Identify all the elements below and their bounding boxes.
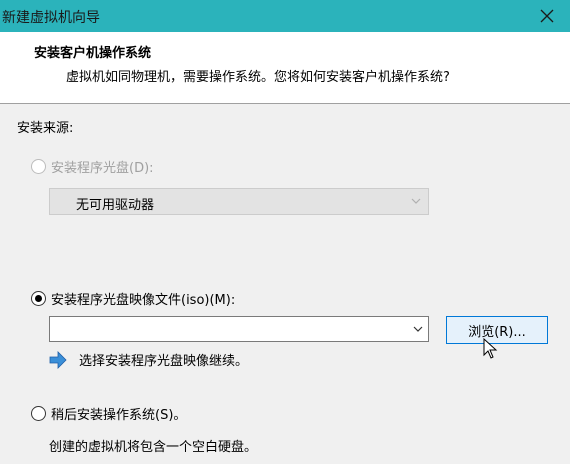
info-arrow-icon xyxy=(49,350,67,369)
install-source-label: 安装来源: xyxy=(17,121,74,136)
page-title: 安装客户机操作系统 xyxy=(34,46,152,61)
install-later-radio[interactable] xyxy=(31,406,46,421)
iso-radio[interactable] xyxy=(31,291,46,306)
iso-path-combobox[interactable] xyxy=(49,316,429,342)
title-bar: 新建虚拟机向导 xyxy=(0,0,570,32)
radio-selected-dot xyxy=(35,295,42,302)
install-later-label: 稍后安装操作系统(S)。 xyxy=(51,408,187,423)
mouse-cursor-icon xyxy=(483,338,498,359)
install-later-option[interactable]: 稍后安装操作系统(S)。 xyxy=(31,404,186,423)
iso-option-label: 安装程序光盘映像文件(iso)(M): xyxy=(51,293,236,308)
wizard-header: 安装客户机操作系统 虚拟机如同物理机，需要操作系统。您将如何安装客户机操作系统? xyxy=(0,32,570,104)
install-later-description: 创建的虚拟机将包含一个空白硬盘。 xyxy=(49,440,258,455)
disc-drive-value: 无可用驱动器 xyxy=(76,198,155,213)
chevron-down-icon xyxy=(411,198,421,204)
disc-radio[interactable] xyxy=(31,159,46,174)
close-button[interactable] xyxy=(524,0,570,32)
iso-option[interactable]: 安装程序光盘映像文件(iso)(M): xyxy=(31,289,235,308)
hint-text: 选择安装程序光盘映像继续。 xyxy=(79,354,249,369)
disc-option-label: 安装程序光盘(D): xyxy=(51,161,154,176)
iso-hint: 选择安装程序光盘映像继续。 xyxy=(49,350,248,369)
window-title: 新建虚拟机向导 xyxy=(2,10,100,26)
close-icon xyxy=(540,9,554,23)
disc-option[interactable]: 安装程序光盘(D): xyxy=(31,157,154,176)
page-description: 虚拟机如同物理机，需要操作系统。您将如何安装客户机操作系统? xyxy=(66,70,450,85)
chevron-down-icon[interactable] xyxy=(412,323,424,335)
disc-drive-select: 无可用驱动器 xyxy=(49,188,429,215)
